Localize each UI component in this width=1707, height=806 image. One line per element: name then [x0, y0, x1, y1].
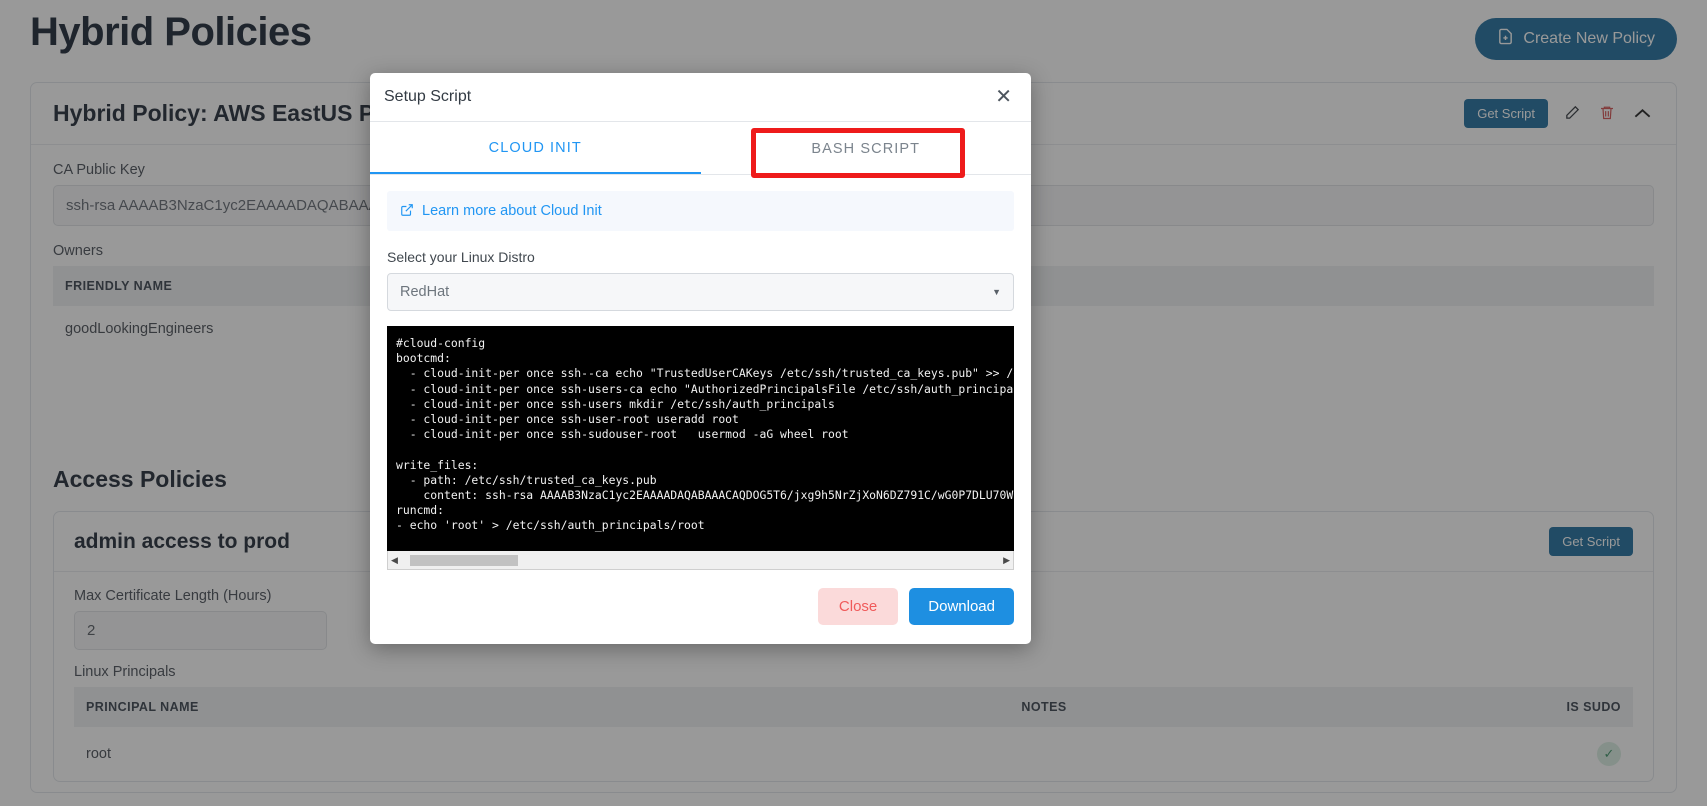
- distro-select[interactable]: RedHat ▼: [387, 273, 1014, 311]
- modal-footer: Close Download: [370, 570, 1031, 644]
- download-button[interactable]: Download: [909, 588, 1014, 625]
- close-button[interactable]: Close: [817, 588, 899, 625]
- scrollbar-thumb[interactable]: [409, 554, 518, 566]
- distro-label: Select your Linux Distro: [387, 249, 535, 265]
- arrow-right-icon[interactable]: ▶: [1003, 555, 1010, 566]
- chevron-down-icon: ▼: [992, 287, 1001, 297]
- terminal-horizontal-scrollbar[interactable]: ◀ ▶: [387, 551, 1014, 570]
- close-icon[interactable]: ✕: [993, 87, 1014, 107]
- setup-script-modal: Setup Script ✕ CLOUD INIT BASH SCRIPT Le…: [370, 73, 1031, 644]
- cloud-init-note: Learn more about Cloud Init: [387, 191, 1014, 231]
- scrollbar-track[interactable]: [402, 554, 999, 566]
- modal-tabs: CLOUD INIT BASH SCRIPT: [370, 122, 1032, 178]
- tab-cloud-init[interactable]: CLOUD INIT: [370, 122, 701, 174]
- script-terminal[interactable]: #cloud-config bootcmd: - cloud-init-per …: [387, 326, 1014, 551]
- tab-bash-script[interactable]: BASH SCRIPT: [701, 122, 1032, 174]
- arrow-left-icon[interactable]: ◀: [391, 555, 398, 566]
- modal-title: Setup Script: [384, 88, 472, 105]
- distro-selected-value: RedHat: [400, 284, 450, 300]
- learn-more-link[interactable]: Learn more about Cloud Init: [422, 203, 602, 219]
- script-preview: #cloud-config bootcmd: - cloud-init-per …: [387, 326, 1014, 570]
- modal-body: Learn more about Cloud Init Select your …: [370, 175, 1031, 570]
- external-link-icon: [400, 203, 414, 219]
- modal-header: Setup Script ✕: [370, 73, 1031, 122]
